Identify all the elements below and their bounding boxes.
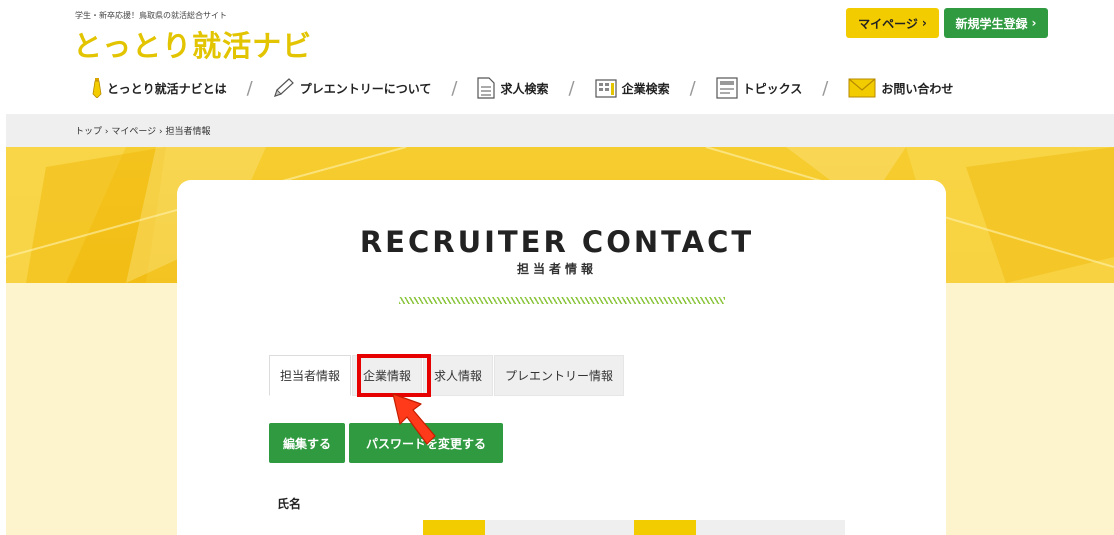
building-icon xyxy=(594,78,617,98)
chevron-right-icon: › xyxy=(1031,16,1037,30)
chevron-right-icon: › xyxy=(921,16,927,30)
nav-item-label: トピックス xyxy=(742,81,803,96)
nav-item-label: お問い合わせ xyxy=(881,81,954,96)
change-password-button[interactable]: パスワードを変更する xyxy=(349,423,503,463)
mypage-button[interactable]: マイページ › xyxy=(846,8,939,38)
nav-item-job-search[interactable]: 求人検索 xyxy=(477,77,548,99)
envelope-icon xyxy=(848,78,876,98)
breadcrumb[interactable]: トップ › マイページ › 担当者情報 xyxy=(75,124,210,137)
tab-job-info[interactable]: 求人情報 xyxy=(423,355,494,396)
register-button[interactable]: 新規学生登録 › xyxy=(944,8,1048,38)
table-header-cell xyxy=(634,520,696,535)
page-subtitle: 担当者情報 xyxy=(516,262,597,276)
pencil-icon xyxy=(273,78,295,98)
nav-item-contact[interactable]: お問い合わせ xyxy=(848,78,953,98)
page-title: RECRUITER CONTACT xyxy=(359,225,755,259)
nav-item-label: とっとり就活ナビとは xyxy=(107,81,227,96)
decorative-divider xyxy=(399,297,725,304)
nav-separator: / xyxy=(451,77,458,99)
nav-item-label: 企業検索 xyxy=(621,81,670,96)
mypage-button-label: マイページ xyxy=(858,16,918,31)
site-logo[interactable]: とっとり就活ナビ xyxy=(73,23,312,65)
nav-separator: / xyxy=(568,77,575,99)
nav-item-company-search[interactable]: 企業検索 xyxy=(594,78,670,98)
edit-button[interactable]: 編集する xyxy=(269,423,345,463)
notepad-icon xyxy=(716,77,738,99)
tie-icon xyxy=(92,78,102,98)
site-header: 学生・新卒応援！鳥取県の就活総合サイト とっとり就活ナビ マイページ › 新規学… xyxy=(0,0,1114,114)
tab-company-info[interactable]: 企業情報 xyxy=(352,355,423,396)
tab-preentry-info[interactable]: プレエントリー情報 xyxy=(494,355,625,396)
tab-bar: 担当者情報 企業情報 求人情報 プレエントリー情報 xyxy=(269,355,625,396)
nav-separator: / xyxy=(689,77,696,99)
main-nav: とっとり就活ナビとは / プレエントリーについて / 求人検索 / 企業検索 / xyxy=(92,72,953,104)
tab-recruiter-info[interactable]: 担当者情報 xyxy=(269,355,352,396)
name-label: 氏名 xyxy=(277,497,302,511)
register-button-label: 新規学生登録 xyxy=(955,16,1028,31)
nav-item-label: 求人検索 xyxy=(500,81,549,96)
nav-item-topics[interactable]: トピックス xyxy=(716,77,803,99)
site-tagline: 学生・新卒応援！鳥取県の就活総合サイト xyxy=(75,11,227,20)
nav-item-label: プレエントリーについて xyxy=(299,81,432,96)
nav-separator: / xyxy=(246,77,253,99)
document-icon xyxy=(477,77,496,99)
nav-item-preentry[interactable]: プレエントリーについて xyxy=(273,78,432,98)
table-header-cell xyxy=(423,520,485,535)
nav-separator: / xyxy=(822,77,829,99)
nav-item-about[interactable]: とっとり就活ナビとは xyxy=(92,78,227,98)
